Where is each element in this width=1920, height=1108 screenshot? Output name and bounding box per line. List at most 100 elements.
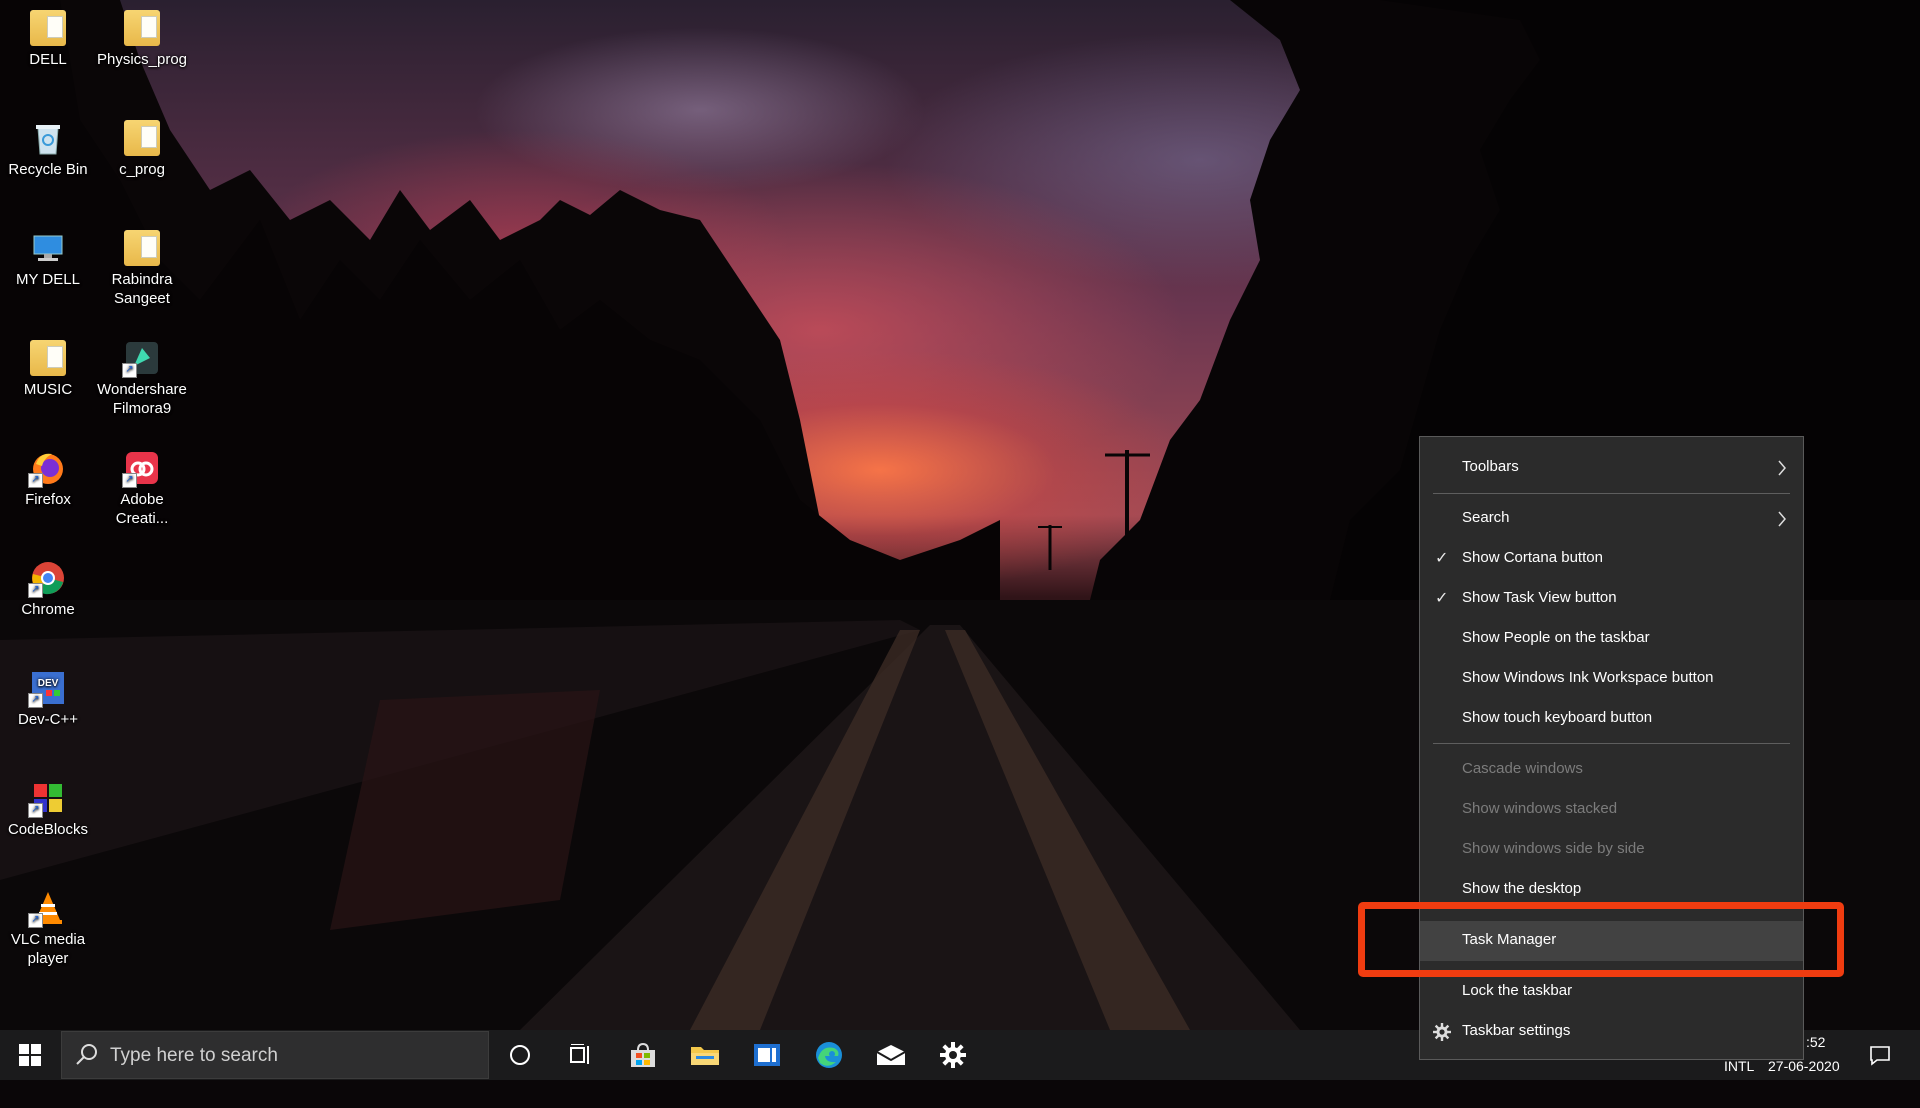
- folder-icon: [30, 340, 66, 376]
- taskbar-search-box[interactable]: Type here to search: [61, 1031, 489, 1079]
- task-view-button[interactable]: [551, 1030, 611, 1080]
- desktop-icon-rabindra-sangeet[interactable]: Rabindra Sangeet: [94, 230, 190, 308]
- desktop-icon-label: Adobe Creati...: [115, 491, 169, 527]
- desktop-icon-firefox[interactable]: ↗ Firefox: [0, 450, 96, 509]
- shortcut-arrow-icon: ↗: [122, 363, 137, 378]
- codeblocks-icon: ↗: [28, 780, 66, 818]
- desktop-icon-vlc[interactable]: ↗ VLC media player: [0, 890, 96, 968]
- menu-item-search[interactable]: Search: [1420, 499, 1803, 539]
- desktop-icon-label: Physics_prog: [96, 51, 188, 68]
- checkmark-icon: ✓: [1435, 590, 1449, 607]
- desktop-icon-my-dell[interactable]: MY DELL: [0, 230, 96, 289]
- recycle-bin-icon: [30, 120, 66, 156]
- desktop-icon-music[interactable]: MUSIC: [0, 340, 96, 399]
- menu-item-cascade-windows: Cascade windows: [1420, 750, 1803, 790]
- settings-button[interactable]: [923, 1030, 983, 1080]
- file-explorer-icon: [691, 1047, 719, 1065]
- desktop-icon-label: c_prog: [119, 161, 165, 178]
- desktop-icon-label: VLC media player: [10, 931, 86, 967]
- computer-icon: [30, 230, 66, 266]
- desktop-icon-c-prog[interactable]: c_prog: [94, 120, 190, 179]
- desktop-icon-label: MY DELL: [16, 271, 80, 288]
- menu-item-label: Show Task View button: [1462, 589, 1617, 606]
- news-icon: [754, 1044, 780, 1066]
- news-app-button[interactable]: [737, 1030, 797, 1080]
- file-explorer-button[interactable]: [675, 1030, 735, 1080]
- start-button[interactable]: [0, 1030, 60, 1080]
- adobe-creative-cloud-icon: ↗: [122, 450, 160, 488]
- menu-item-label: Lock the taskbar: [1462, 982, 1573, 999]
- desktop-icon-label: DELL: [29, 51, 67, 68]
- desktop-icon-label: MUSIC: [23, 381, 73, 398]
- desktop-icon-recycle-bin[interactable]: Recycle Bin: [0, 120, 96, 179]
- desktop-icon-physics-prog[interactable]: Physics_prog: [94, 10, 190, 69]
- store-icon: [631, 1042, 655, 1067]
- desktop-icon-label: Wondershare Filmora9: [97, 381, 187, 417]
- menu-item-label: Toolbars: [1462, 458, 1519, 475]
- menu-item-show-ink-workspace[interactable]: Show Windows Ink Workspace button: [1420, 659, 1803, 699]
- menu-item-show-windows-side-by-side: Show windows side by side: [1420, 830, 1803, 870]
- shortcut-arrow-icon: ↗: [28, 803, 43, 818]
- search-icon: [76, 1044, 97, 1065]
- svg-text:DEV: DEV: [38, 678, 59, 689]
- menu-item-taskbar-settings[interactable]: Taskbar settings: [1420, 1012, 1803, 1052]
- gear-icon: [1433, 1023, 1451, 1041]
- desktop-icon-label: Recycle Bin: [8, 161, 88, 178]
- notification-icon: [1870, 1046, 1890, 1066]
- folder-icon: [124, 230, 160, 266]
- menu-item-toolbars[interactable]: Toolbars: [1420, 448, 1803, 488]
- microsoft-store-button[interactable]: [613, 1030, 673, 1080]
- edge-icon: [816, 1042, 842, 1068]
- cortana-button[interactable]: [490, 1030, 550, 1080]
- desktop-icon-label: CodeBlocks: [7, 821, 89, 838]
- shortcut-arrow-icon: ↗: [28, 583, 43, 598]
- dev-cpp-icon: DEV ↗: [28, 670, 66, 708]
- task-manager-highlight-annotation: [1358, 902, 1844, 977]
- cortana-icon: [510, 1045, 530, 1065]
- menu-item-show-touch-keyboard[interactable]: Show touch keyboard button: [1420, 699, 1803, 739]
- action-center-button[interactable]: [1855, 1030, 1905, 1080]
- desktop-icon-dell[interactable]: DELL: [0, 10, 96, 69]
- folder-icon: [124, 10, 160, 46]
- filmora-icon: ↗: [122, 340, 160, 378]
- search-placeholder: Type here to search: [110, 1045, 278, 1066]
- menu-item-label: Show windows side by side: [1462, 840, 1645, 857]
- menu-separator: [1433, 743, 1790, 744]
- edge-button[interactable]: [799, 1030, 859, 1080]
- input-language-indicator[interactable]: INTL: [1724, 1058, 1754, 1108]
- menu-separator: [1433, 493, 1790, 494]
- clock-date[interactable]: 27-06-2020: [1768, 1058, 1840, 1108]
- desktop-icon-label: Firefox: [25, 491, 71, 508]
- mail-icon: [876, 1045, 906, 1065]
- menu-item-lock-taskbar[interactable]: Lock the taskbar: [1420, 972, 1803, 1012]
- settings-icon: [940, 1042, 966, 1068]
- shortcut-arrow-icon: ↗: [28, 693, 43, 708]
- chevron-right-icon: [1778, 511, 1786, 527]
- firefox-icon: ↗: [28, 450, 66, 488]
- desktop-icon-chrome[interactable]: ↗ Chrome: [0, 560, 96, 619]
- mail-button[interactable]: [861, 1030, 921, 1080]
- menu-item-label: Show People on the taskbar: [1462, 629, 1650, 646]
- shortcut-arrow-icon: ↗: [122, 473, 137, 488]
- folder-icon: [124, 120, 160, 156]
- menu-item-label: Show Cortana button: [1462, 549, 1603, 566]
- windows-logo-icon: [19, 1044, 41, 1066]
- desktop-icon-label: Dev-C++: [17, 711, 79, 728]
- desktop-icon-filmora[interactable]: ↗ Wondershare Filmora9: [94, 340, 190, 418]
- menu-item-label: Show windows stacked: [1462, 800, 1618, 817]
- menu-item-show-people[interactable]: Show People on the taskbar: [1420, 619, 1803, 659]
- desktop-icon-adobe-creative[interactable]: ↗ Adobe Creati...: [94, 450, 190, 528]
- desktop-icon-dev-cpp[interactable]: DEV ↗ Dev-C++: [0, 670, 96, 729]
- folder-icon: [30, 10, 66, 46]
- desktop-icon-label: Chrome: [21, 601, 75, 618]
- menu-item-show-task-view[interactable]: ✓ Show Task View button: [1420, 579, 1803, 619]
- task-view-icon: [570, 1044, 589, 1064]
- vlc-icon: ↗: [28, 890, 66, 928]
- chevron-right-icon: [1778, 460, 1786, 476]
- menu-item-show-cortana[interactable]: ✓ Show Cortana button: [1420, 539, 1803, 579]
- menu-item-show-windows-stacked: Show windows stacked: [1420, 790, 1803, 830]
- desktop-icon-label: Rabindra Sangeet: [111, 271, 173, 307]
- shortcut-arrow-icon: ↗: [28, 913, 43, 928]
- desktop-icon-codeblocks[interactable]: ↗ CodeBlocks: [0, 780, 96, 839]
- menu-item-label: Show touch keyboard button: [1462, 709, 1653, 726]
